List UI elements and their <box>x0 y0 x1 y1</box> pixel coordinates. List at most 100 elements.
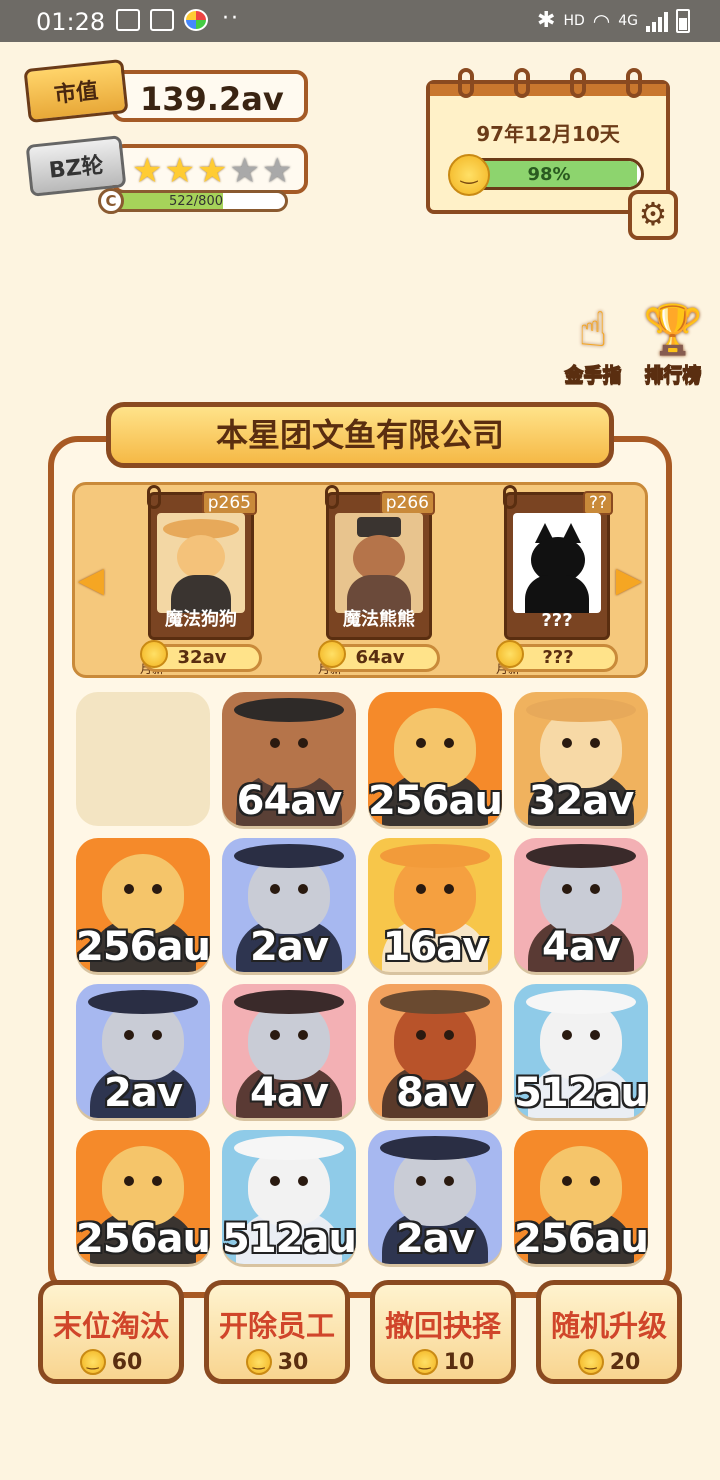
app-icon <box>184 9 208 31</box>
employee-card[interactable]: ?? ??? <box>503 485 613 640</box>
star-filled-icon: ★ <box>164 151 195 191</box>
employee-tile[interactable]: 4av <box>514 838 648 972</box>
calendar-ring-icon <box>458 68 474 98</box>
employee-tile[interactable]: 512au <box>222 1130 356 1264</box>
salary-value: 32av <box>177 647 227 668</box>
action-cost-value: 10 <box>443 1349 475 1375</box>
leaderboard-label: 排行榜 <box>644 364 702 387</box>
carousel-prev-button[interactable]: ◀ <box>76 560 106 600</box>
employee-tile[interactable]: 256au <box>368 692 502 826</box>
tile-level-label: 256au <box>76 924 210 970</box>
employee-tag: ?? <box>582 491 613 515</box>
signal-icon <box>646 10 668 32</box>
employee-tile[interactable]: 2av <box>76 984 210 1118</box>
employee-card[interactable]: p265 魔法狗狗 <box>147 485 257 640</box>
hat-icon <box>88 990 198 1014</box>
settings-button[interactable]: ⚙ <box>628 190 678 240</box>
random-upgrade-button[interactable]: 随机升级 ‿ 20 <box>536 1280 682 1384</box>
star-filled-icon: ★ <box>132 151 163 191</box>
currency-c-icon: C <box>98 188 124 214</box>
hat-icon <box>526 844 636 868</box>
market-value: 139.2av <box>140 80 284 118</box>
employee-tile[interactable]: 8av <box>368 984 502 1118</box>
eliminate-last-button[interactable]: 末位淘汰 ‿ 60 <box>38 1280 184 1384</box>
employee-tile[interactable]: 4av <box>222 984 356 1118</box>
employee-tile[interactable]: 2av <box>368 1130 502 1264</box>
coin-icon <box>318 640 346 668</box>
fire-employee-button[interactable]: 开除员工 ‿ 30 <box>204 1280 350 1384</box>
employee-tile[interactable]: 256au <box>76 1130 210 1264</box>
hat-icon <box>234 698 344 722</box>
eye-icon <box>124 1030 134 1040</box>
employee-tile[interactable]: 16av <box>368 838 502 972</box>
employee-tile[interactable]: 2av <box>222 838 356 972</box>
rank-stars-field: ★ ★ ★ ★ ★ <box>112 144 308 194</box>
tile-level-label: 256au <box>368 778 502 824</box>
bear-wizard-portrait <box>335 513 423 613</box>
calendar-ring-icon <box>514 68 530 98</box>
hat-icon <box>526 990 636 1014</box>
eye-icon <box>416 1176 426 1186</box>
eye-icon <box>152 1176 162 1186</box>
carousel-next-button[interactable]: ▶ <box>614 560 644 600</box>
eye-icon <box>152 1030 162 1040</box>
eye-icon <box>270 738 280 748</box>
leopard-character-icon <box>102 1146 184 1226</box>
employee-tile[interactable]: 32av <box>514 692 648 826</box>
hat-icon <box>234 844 344 868</box>
action-label: 随机升级 <box>550 1309 667 1343</box>
xp-progress-bar: 522/800 <box>104 190 288 212</box>
tile-level-label: 512au <box>222 1216 356 1262</box>
calendar-ring-icon <box>570 68 586 98</box>
calendar-ring-icon <box>626 68 642 98</box>
eye-icon <box>444 884 454 894</box>
star-filled-icon: ★ <box>196 151 228 191</box>
salary-value: ??? <box>542 647 574 668</box>
action-label: 撤回抉择 <box>384 1309 501 1343</box>
leaderboard-button[interactable]: 🏆 排行榜 <box>638 300 708 387</box>
status-bar: 01:28 ·· ✱ HD ◠ 4G <box>0 0 720 42</box>
eye-icon <box>590 884 600 894</box>
hat-icon <box>234 1136 344 1160</box>
gold-finger-button[interactable]: ☝ 金手指 <box>558 300 628 387</box>
employee-tile[interactable]: 256au <box>76 838 210 972</box>
hat-icon <box>234 990 344 1014</box>
eye-icon <box>270 1176 280 1186</box>
unknown-silhouette <box>513 513 601 613</box>
hd-indicator: HD <box>563 12 585 29</box>
undo-choice-button[interactable]: 撤回抉择 ‿ 10 <box>370 1280 516 1384</box>
eye-icon <box>416 884 426 894</box>
chevron-right-icon: ▶ <box>615 560 643 600</box>
wifi-icon: ◠ <box>592 8 611 33</box>
salary-value: 64av <box>355 647 405 668</box>
market-value-label: 市值 <box>53 78 100 109</box>
eye-icon <box>444 1030 454 1040</box>
star-rating: ★ ★ ★ ★ ★ <box>132 154 292 188</box>
star-empty-icon: ★ <box>261 151 293 191</box>
hat-icon <box>380 990 490 1014</box>
employee-tile[interactable]: 64av <box>222 692 356 826</box>
employee-tile[interactable]: 512au <box>514 984 648 1118</box>
tile-level-label: 8av <box>396 1070 475 1116</box>
action-cost: ‿ 60 <box>43 1349 179 1375</box>
company-name: 本星团文鱼有限公司 <box>215 416 504 454</box>
employee-tile[interactable]: 256au <box>514 1130 648 1264</box>
more-notifications-icon: ·· <box>222 6 240 31</box>
chevron-left-icon: ◀ <box>77 560 105 600</box>
action-cost-value: 60 <box>111 1349 143 1375</box>
eye-icon <box>124 1176 134 1186</box>
system-icons: ✱ HD ◠ 4G <box>537 8 690 33</box>
eye-icon <box>270 884 280 894</box>
tile-level-label: 16av <box>382 924 489 970</box>
hat-icon <box>380 1136 490 1160</box>
employee-name: ??? <box>541 610 573 631</box>
trophy-icon: 🏆 <box>643 302 703 358</box>
action-label: 开除员工 <box>218 1309 335 1343</box>
smiley-icon: ‿ <box>448 154 490 196</box>
empty-grid-slot[interactable] <box>76 692 210 826</box>
tile-level-label: 4av <box>542 924 621 970</box>
tile-level-label: 32av <box>528 778 635 824</box>
smiley-icon: ‿ <box>245 1349 272 1375</box>
action-cost: ‿ 20 <box>541 1349 677 1375</box>
employee-card[interactable]: p266 魔法熊熊 <box>325 485 435 640</box>
